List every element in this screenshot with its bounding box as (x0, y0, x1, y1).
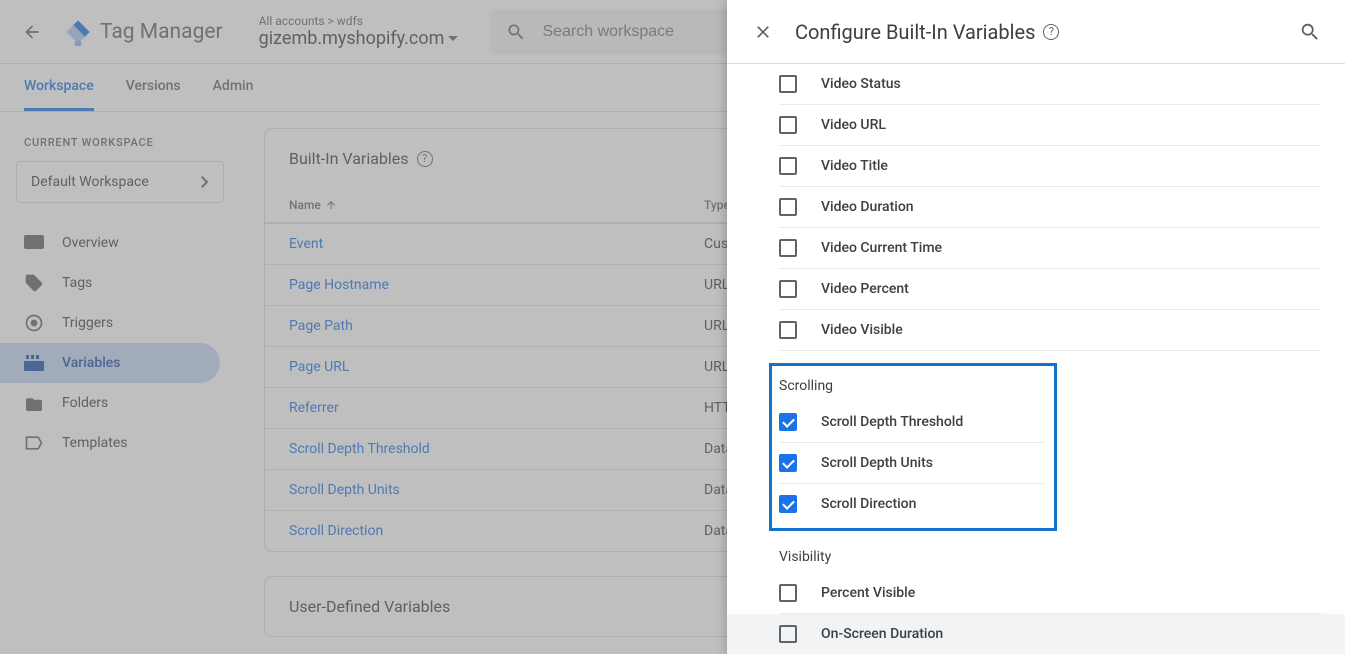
checkbox[interactable] (779, 280, 797, 298)
variable-option-row[interactable]: On-Screen Duration (727, 614, 1345, 654)
section-visibility: Visibility (779, 531, 1321, 573)
variable-option-row[interactable]: Video Title (779, 146, 1321, 187)
variable-option-row[interactable]: Scroll Direction (779, 484, 1044, 524)
variable-option-label: Video Current Time (821, 240, 942, 256)
variable-option-label: Video Duration (821, 199, 914, 215)
variable-option-label: Scroll Depth Units (821, 455, 933, 471)
variable-option-label: Video URL (821, 117, 886, 133)
checkbox[interactable] (779, 413, 797, 431)
drawer-search-button[interactable] (1299, 21, 1321, 43)
checkbox[interactable] (779, 157, 797, 175)
scrolling-highlight: Scrolling Scroll Depth Threshold Scroll D… (769, 363, 1057, 531)
checkbox[interactable] (779, 116, 797, 134)
close-button[interactable] (751, 20, 775, 44)
variable-option-row[interactable]: Scroll Depth Units (779, 443, 1044, 484)
variable-option-row[interactable]: Video Percent (779, 269, 1321, 310)
variable-option-row[interactable]: Video Status (779, 64, 1321, 105)
configure-drawer: Configure Built-In Variables ? Video Sta… (727, 0, 1345, 654)
variable-option-row[interactable]: Video Current Time (779, 228, 1321, 269)
variable-option-label: Video Status (821, 76, 901, 92)
drawer-title-text: Configure Built-In Variables (795, 20, 1035, 44)
help-icon[interactable]: ? (1043, 24, 1059, 40)
checkbox[interactable] (779, 495, 797, 513)
variable-option-label: On-Screen Duration (821, 626, 943, 642)
search-icon (1299, 21, 1321, 43)
checkbox[interactable] (779, 198, 797, 216)
variable-option-row[interactable]: Video URL (779, 105, 1321, 146)
variable-option-label: Scroll Depth Threshold (821, 414, 963, 430)
variable-option-label: Video Percent (821, 281, 909, 297)
checkbox[interactable] (779, 239, 797, 257)
checkbox[interactable] (779, 321, 797, 339)
drawer-header: Configure Built-In Variables ? (727, 0, 1345, 64)
checkbox[interactable] (779, 625, 797, 643)
checkbox[interactable] (779, 584, 797, 602)
variable-option-label: Video Visible (821, 322, 903, 338)
drawer-body: Video Status Video URL Video Title Video Du… (727, 64, 1345, 654)
variable-option-label: Video Title (821, 158, 888, 174)
checkbox[interactable] (779, 75, 797, 93)
checkbox[interactable] (779, 454, 797, 472)
variable-option-label: Percent Visible (821, 585, 915, 601)
variable-option-row[interactable]: Video Visible (779, 310, 1321, 351)
close-icon (753, 22, 773, 42)
variable-option-label: Scroll Direction (821, 496, 916, 512)
variable-option-row[interactable]: Percent Visible (779, 573, 1321, 614)
variable-option-row[interactable]: Video Duration (779, 187, 1321, 228)
variable-option-row[interactable]: Scroll Depth Threshold (779, 402, 1044, 443)
section-scrolling: Scrolling (779, 366, 1030, 402)
